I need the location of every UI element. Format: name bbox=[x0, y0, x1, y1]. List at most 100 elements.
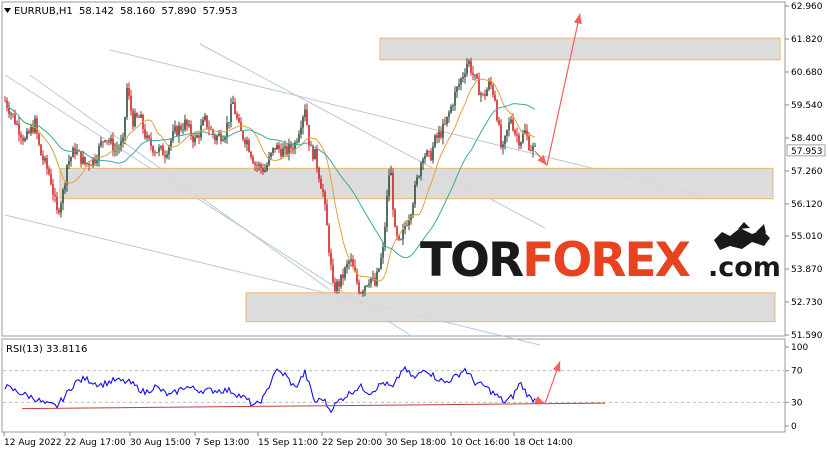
rsi-tick-label: 0 bbox=[791, 422, 797, 432]
candle-body bbox=[330, 252, 332, 265]
candle-body bbox=[154, 152, 156, 154]
candle-body bbox=[122, 137, 124, 142]
candle-body bbox=[500, 124, 502, 148]
price-tick-label: 59.540 bbox=[791, 101, 823, 111]
watermark-part2: FOREX bbox=[522, 233, 690, 288]
candle-body bbox=[140, 115, 142, 118]
price-zone bbox=[245, 292, 776, 323]
candle-body bbox=[358, 282, 360, 293]
candle-body bbox=[446, 116, 448, 125]
candle-body bbox=[32, 126, 34, 133]
candle-body bbox=[326, 204, 328, 226]
candle-body bbox=[152, 146, 154, 153]
candle-body bbox=[144, 129, 146, 138]
candle-body bbox=[458, 84, 460, 87]
candle-body bbox=[134, 113, 136, 127]
candle-body bbox=[72, 147, 74, 158]
candle-body bbox=[514, 130, 516, 135]
candle-body bbox=[460, 78, 462, 85]
candle-body bbox=[472, 72, 474, 75]
candle-body bbox=[492, 85, 494, 96]
candle-body bbox=[48, 168, 50, 174]
candle-body bbox=[178, 125, 180, 136]
candle-body bbox=[312, 145, 314, 160]
time-tick-label: 12 Aug 2022 bbox=[4, 438, 62, 448]
candle-body bbox=[20, 134, 22, 138]
candle-body bbox=[264, 170, 266, 172]
candle-body bbox=[272, 147, 274, 153]
candle-body bbox=[68, 160, 70, 165]
candle-body bbox=[464, 73, 466, 77]
candle-body bbox=[424, 155, 426, 159]
candle-body bbox=[486, 89, 488, 97]
candle-body bbox=[382, 247, 384, 258]
price-axis: 62.960 61.820 60.680 59.540 58.400 57.260 56.1… bbox=[785, 2, 823, 341]
candle-body bbox=[248, 140, 250, 152]
candle-body bbox=[206, 115, 208, 128]
candle-body bbox=[138, 116, 140, 118]
candle-body bbox=[38, 133, 40, 145]
rsi-tick-label: 30 bbox=[791, 398, 803, 408]
candle-body bbox=[494, 95, 496, 101]
time-axis: 12 Aug 2022 22 Aug 17:00 30 Aug 15:00 7 Sep… bbox=[3, 432, 573, 448]
candle-body bbox=[196, 135, 198, 138]
candle-body bbox=[530, 149, 532, 151]
candle-body bbox=[474, 74, 476, 76]
candle-body bbox=[202, 119, 204, 126]
candle-body bbox=[58, 209, 60, 213]
candle-body bbox=[520, 142, 522, 146]
candle-body bbox=[40, 144, 42, 156]
candle-body bbox=[466, 63, 468, 74]
candle-body bbox=[368, 283, 370, 286]
candle-body bbox=[314, 148, 316, 160]
candle-body bbox=[496, 100, 498, 121]
candle-body bbox=[266, 165, 268, 171]
candle-body bbox=[230, 104, 232, 123]
rsi-tick-label: 100 bbox=[791, 343, 808, 353]
price-tick-label: 51.590 bbox=[791, 331, 823, 341]
candle-body bbox=[186, 119, 188, 126]
candle-body bbox=[432, 146, 434, 161]
candle-body bbox=[80, 151, 82, 164]
candle-body bbox=[104, 140, 106, 142]
candle-body bbox=[90, 165, 92, 166]
candle-body bbox=[498, 120, 500, 125]
candle-body bbox=[308, 124, 310, 146]
candle-body bbox=[406, 225, 408, 226]
candle-body bbox=[244, 139, 246, 145]
candle-body bbox=[50, 173, 52, 185]
candle-body bbox=[16, 123, 18, 125]
candle-body bbox=[470, 61, 472, 73]
candle-body bbox=[456, 86, 458, 92]
candle-body bbox=[442, 123, 444, 138]
candle-body bbox=[18, 123, 20, 135]
candle-body bbox=[158, 147, 160, 153]
candle-body bbox=[388, 175, 390, 197]
candle-body bbox=[332, 264, 334, 283]
candle-body bbox=[288, 143, 290, 155]
price-zone bbox=[379, 37, 781, 61]
price-tick-label: 55.010 bbox=[791, 232, 823, 242]
candle-body bbox=[416, 177, 418, 185]
candle-body bbox=[46, 158, 48, 169]
time-tick-label: 22 Aug 17:00 bbox=[65, 438, 126, 448]
candle-body bbox=[320, 179, 322, 189]
candle-body bbox=[462, 76, 464, 79]
candle-body bbox=[240, 122, 242, 132]
candle-body bbox=[302, 116, 304, 128]
candle-body bbox=[166, 154, 168, 158]
candle-body bbox=[126, 88, 128, 118]
candle-body bbox=[376, 271, 378, 286]
candle-body bbox=[250, 151, 252, 158]
candle-body bbox=[522, 133, 524, 143]
candle-body bbox=[440, 131, 442, 138]
candle-body bbox=[400, 239, 402, 241]
candle-body bbox=[488, 81, 490, 90]
candle-body bbox=[342, 274, 344, 279]
candle-body bbox=[148, 135, 150, 139]
candle-body bbox=[84, 156, 86, 165]
candle-body bbox=[532, 146, 534, 151]
candle-body bbox=[252, 157, 254, 164]
svg-text:57.953: 57.953 bbox=[791, 147, 823, 157]
candle-body bbox=[316, 148, 318, 169]
